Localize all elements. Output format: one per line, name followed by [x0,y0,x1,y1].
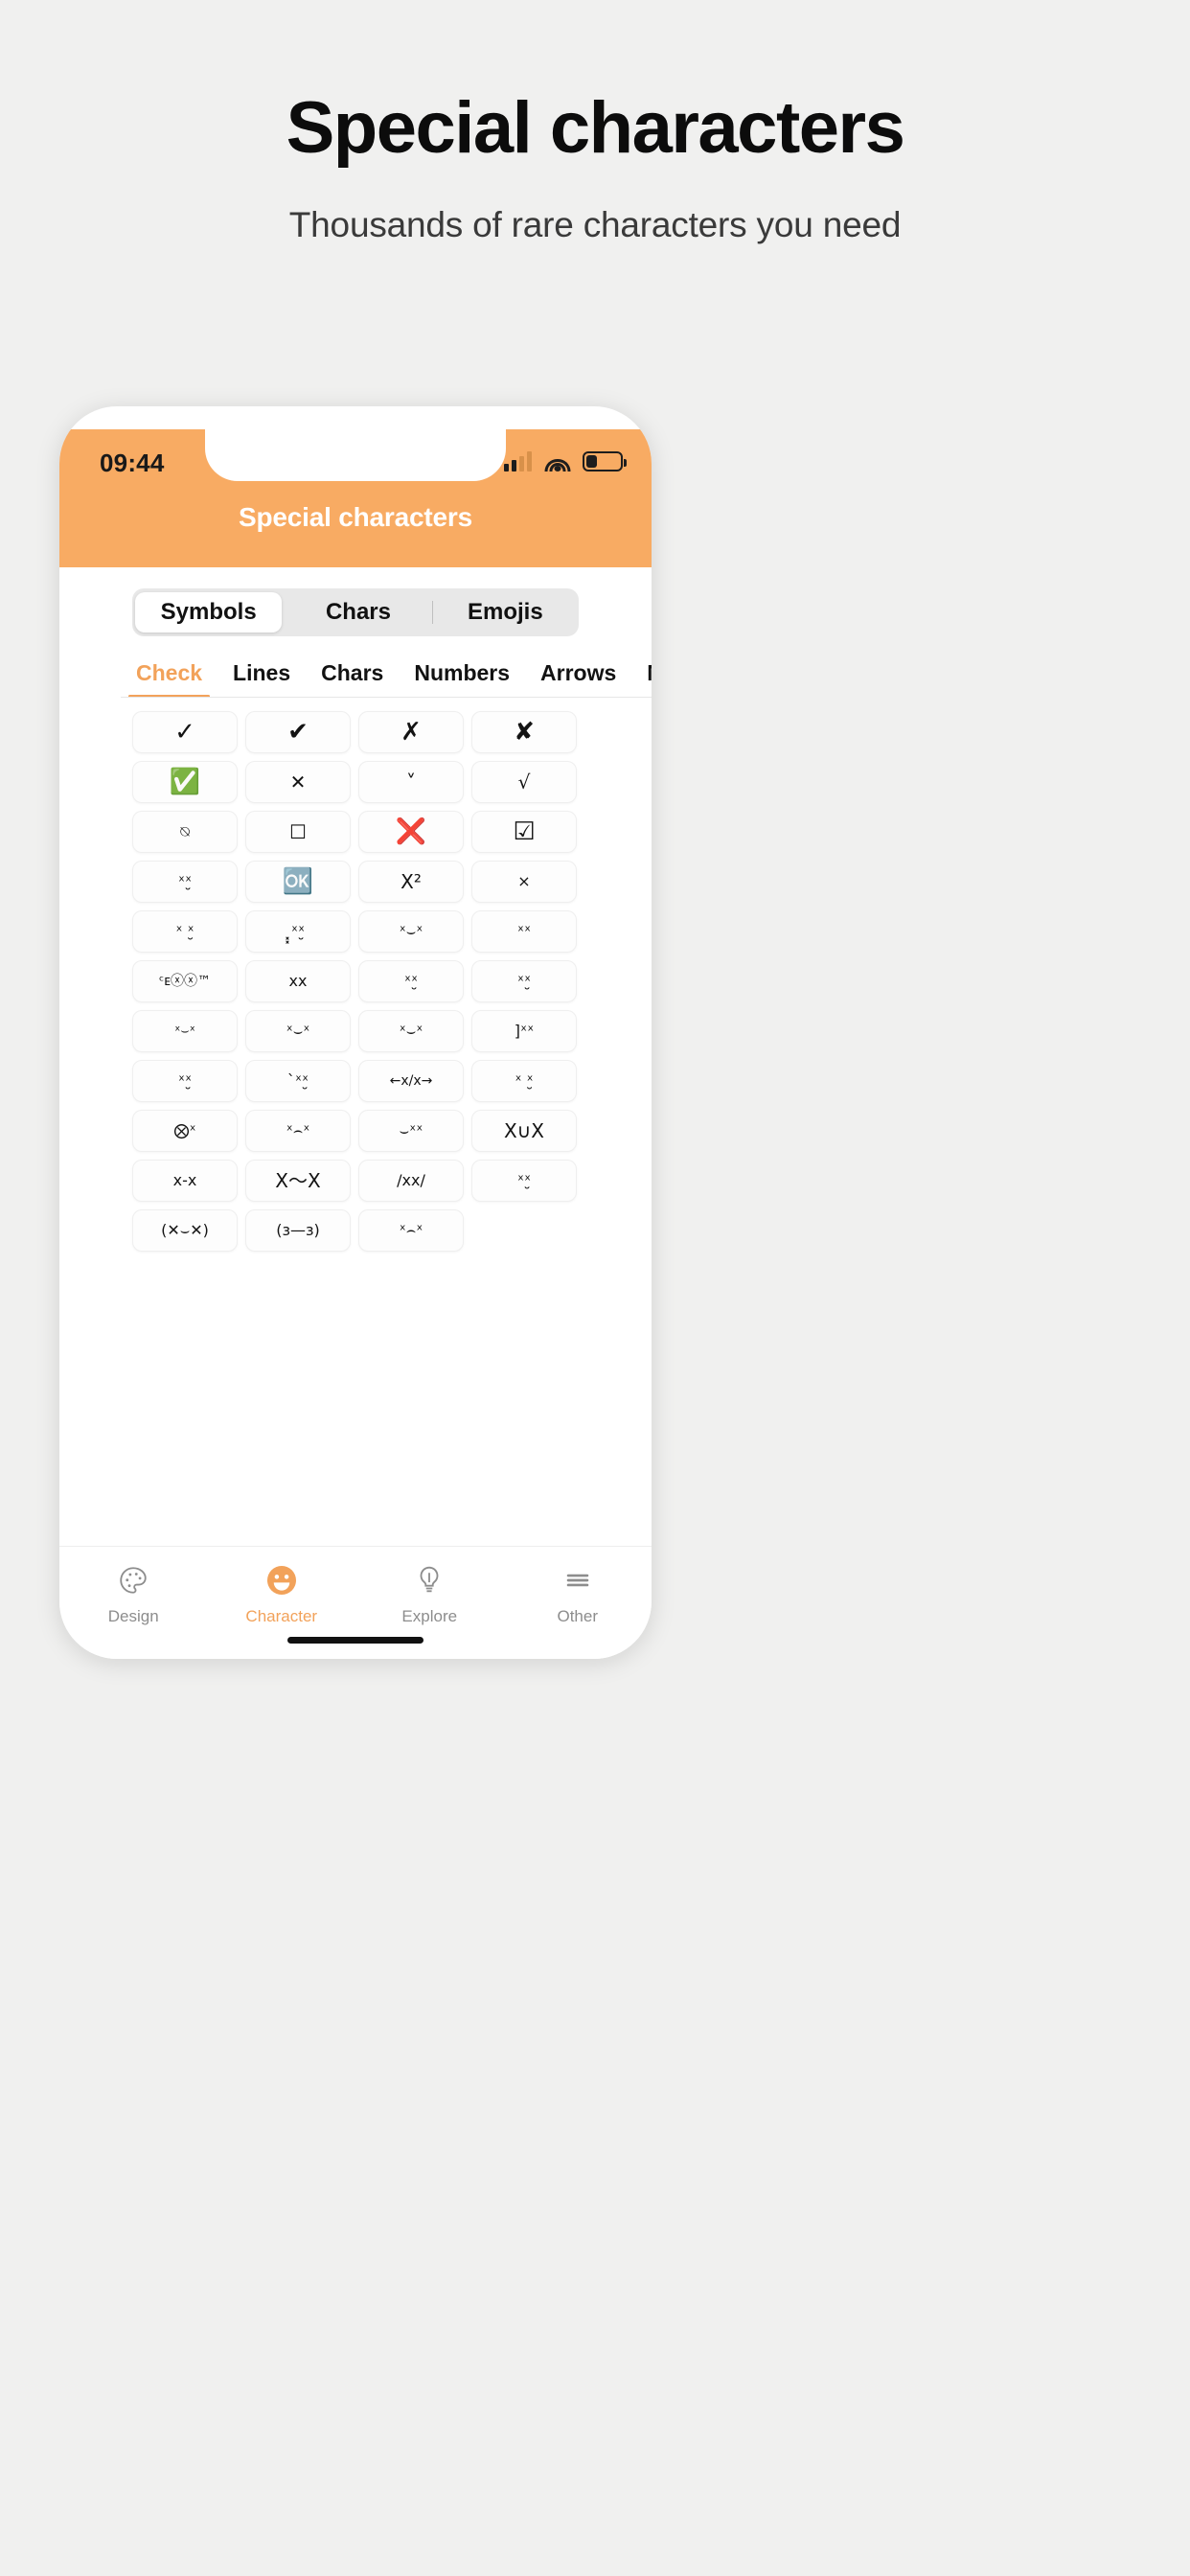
battery-low-icon [583,450,627,472]
app-header-title: Special characters [239,502,472,532]
tab-explore-label: Explore [401,1607,458,1625]
character-cell[interactable]: ˣ⌣ˣ [358,1010,464,1052]
segment-symbols[interactable]: Symbols [135,592,283,632]
tab-design[interactable]: Design [59,1547,208,1659]
character-cell[interactable]: X〜X [245,1160,351,1202]
character-cell[interactable]: ✗ [358,711,464,753]
wifi-icon [544,451,570,472]
tab-other-label: Other [557,1607,599,1625]
segmented-control[interactable]: Symbols Chars Emojis [132,588,579,636]
character-cell[interactable]: ᶜᴇⓧⓧ™ [132,960,238,1002]
character-cell[interactable]: ✘ [471,711,577,753]
character-cell[interactable]: ☐ [245,811,351,853]
character-cell[interactable]: ˣˣ̮ [358,960,464,1002]
character-cell[interactable]: ˣˣ [471,910,577,953]
character-cell[interactable]: ˣˣ̮ [132,1060,238,1102]
character-cell[interactable]: ⌣ˣˣ [358,1110,464,1152]
character-cell[interactable]: ☑ [471,811,577,853]
tab-design-label: Design [107,1607,159,1625]
phone-mockup: 09:44 Special characters Symbols Chars E… [59,406,1131,2576]
tab-character-label: Character [245,1607,318,1625]
character-cell[interactable]: ˣ ˣ̮ [471,1060,577,1102]
character-cell[interactable]: (з—з) [245,1209,351,1252]
status-bar: 09:44 [59,439,652,485]
page-title: Special characters [286,87,905,169]
character-cell[interactable]: (✕⌣✕) [132,1209,238,1252]
character-cell[interactable]: X∪X [471,1110,577,1152]
character-cell[interactable]: ˅ [358,761,464,803]
character-grid: ✓ ✔ ✗ ✘ ✅ ✕ ˅ √ ⍉ ☐ ❌ ☑ ˣˣ̮ 🆗 X² × ˣ ˣ̮͓͓ˣˣ̮ ˣ⌣ˣ ˣˣ ᶜᴇⓧⓧ™ хх… [132,711,579,1252]
promo-header: Special characters Thousands of rare cha… [0,0,1190,245]
character-cell[interactable]: ✓ [132,711,238,753]
character-cell[interactable]: ˣˣ̮ [471,1160,577,1202]
character-cell[interactable]: √ [471,761,577,803]
character-cell[interactable]: ˣ⌣ˣ [358,910,464,953]
character-cell[interactable]: хх [245,960,351,1002]
home-indicator [287,1637,423,1644]
character-cell[interactable]: ⍉ [132,811,238,853]
cellular-signal-icon [504,450,532,472]
category-tab-arrows[interactable]: Arrows [525,648,631,698]
character-cell[interactable]: /xx/ [358,1160,464,1202]
character-cell[interactable]: ͓͓ˣˣ̮ [245,910,351,953]
character-cell[interactable]: ˣ⌢ˣ [245,1110,351,1152]
category-tab-check[interactable]: Check [121,648,217,698]
character-cell[interactable]: ˣˣ̮ [132,861,238,903]
palette-icon [117,1562,149,1598]
character-cell[interactable]: ✔ [245,711,351,753]
character-cell[interactable]: ⨂ˣ [132,1110,238,1152]
segment-emojis[interactable]: Emojis [431,592,579,632]
character-cell[interactable]: ˣˣ̮ [471,960,577,1002]
character-cell[interactable]: × [471,861,577,903]
category-tab-music[interactable]: Music [631,648,652,698]
smiley-icon [264,1562,299,1598]
app-header-bar: 09:44 Special characters [59,429,652,567]
page-subtitle: Thousands of rare characters you need [288,205,902,244]
character-cell[interactable]: ˣ⌢ˣ [358,1209,464,1252]
category-tab-lines[interactable]: Lines [217,648,306,698]
tab-strip-divider [121,697,652,698]
hamburger-icon [561,1562,594,1598]
character-cell[interactable]: 🆗 [245,861,351,903]
category-tab-numbers[interactable]: Numbers [399,648,525,698]
character-cell[interactable]: ]ˣˣ [471,1010,577,1052]
character-cell[interactable]: ✅ [132,761,238,803]
character-cell[interactable]: ←x/x→ [358,1060,464,1102]
character-cell[interactable]: ˣ ˣ̮ [132,910,238,953]
phone-screen: 09:44 Special characters Symbols Chars E… [59,406,652,1659]
segment-chars[interactable]: Chars [285,592,431,632]
character-cell[interactable]: ✕ [245,761,351,803]
character-cell[interactable]: ˣ⌣ˣ [132,1010,238,1052]
character-cell[interactable]: ˣ⌣ˣ [245,1010,351,1052]
character-cell[interactable]: x-x [132,1160,238,1202]
category-tab-strip[interactable]: Check Lines Chars Numbers Arrows Music R… [121,648,652,698]
character-cell[interactable]: X² [358,861,464,903]
category-tab-chars[interactable]: Chars [306,648,399,698]
character-cell[interactable]: ˋˣˣ̮ [245,1060,351,1102]
tab-other[interactable]: Other [504,1547,652,1659]
status-time: 09:44 [100,448,165,477]
character-cell[interactable]: ❌ [358,811,464,853]
lightbulb-icon [413,1562,446,1598]
